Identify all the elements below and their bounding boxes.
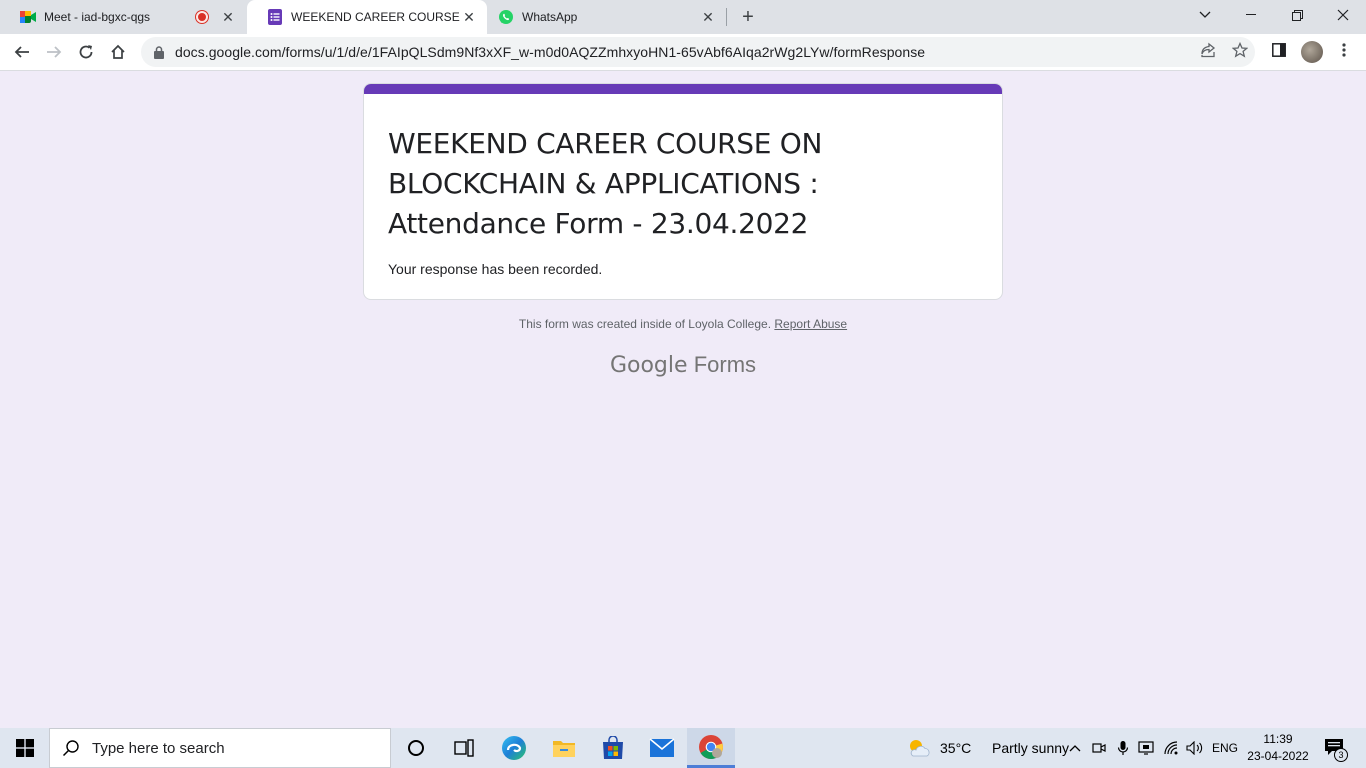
cortana-icon[interactable] [393,728,439,768]
windows-start-icon[interactable] [0,728,49,768]
google-meet-icon [20,9,36,25]
bookmark-star-icon[interactable] [1229,39,1251,61]
browser-toolbar: docs.google.com/forms/u/1/d/e/1FAIpQLSdm… [0,34,1366,71]
lock-icon[interactable] [153,45,165,59]
report-abuse-link[interactable]: Report Abuse [774,317,847,331]
url-text: docs.google.com/forms/u/1/d/e/1FAIpQLSdm… [175,44,926,60]
form-response-card: WEEKEND CAREER COURSE ON BLOCKCHAIN & AP… [363,83,1003,300]
more-menu-icon[interactable] [1333,39,1355,61]
tab-whatsapp[interactable]: WhatsApp ✕ [478,0,726,34]
home-button[interactable] [104,38,132,66]
microphone-icon[interactable] [1114,728,1132,768]
close-window-button[interactable] [1320,0,1366,30]
clock-time: 11:39 [1263,732,1293,746]
chrome-taskbar-icon[interactable] [687,728,735,768]
google-forms-logo[interactable]: Google Forms [0,352,1366,378]
tab-search-button[interactable] [1182,0,1228,30]
forms-wordmark: Forms [693,352,757,377]
windows-taskbar: Type here to search 35°C Partly sunny EN… [0,728,1366,768]
minimize-button[interactable] [1228,0,1274,30]
recording-indicator-icon [196,11,208,23]
clock-date: 23-04-2022 [1247,749,1309,763]
confirmation-message: Your response has been recorded. [388,261,603,277]
weather-icon[interactable] [904,728,934,768]
microsoft-store-icon[interactable] [589,728,637,768]
close-tab-icon[interactable]: ✕ [220,9,236,25]
back-button[interactable] [8,38,36,66]
profile-avatar[interactable] [1301,41,1323,63]
volume-icon[interactable] [1185,728,1205,768]
close-tab-icon[interactable]: ✕ [700,9,716,25]
restore-button[interactable] [1274,0,1320,30]
weather-description[interactable]: Partly sunny [992,728,1069,768]
screen-share-icon[interactable] [1137,728,1155,768]
tab-forms[interactable]: WEEKEND CAREER COURSE ON BLOCKCHAIN ✕ [247,0,487,34]
search-placeholder: Type here to search [92,739,225,757]
form-footer: This form was created inside of Loyola C… [0,317,1366,331]
language-indicator[interactable]: ENG [1212,728,1238,768]
form-accent-bar [364,84,1002,94]
edge-browser-icon[interactable] [490,728,538,768]
tab-title: WhatsApp [522,10,578,24]
google-wordmark: Google [609,353,688,378]
mail-icon[interactable] [638,728,686,768]
tab-title: WEEKEND CAREER COURSE ON BLOCKCHAIN [291,10,461,24]
close-tab-icon[interactable]: ✕ [461,9,477,25]
form-title: WEEKEND CAREER COURSE ON BLOCKCHAIN & AP… [388,127,823,240]
tab-separator [726,8,727,26]
share-icon[interactable] [1197,39,1219,61]
system-clock[interactable]: 11:39 23-04-2022 [1240,731,1316,765]
weather-temperature[interactable]: 35°C [940,728,971,768]
search-icon [62,739,80,757]
meet-camera-tray-icon[interactable] [1090,728,1108,768]
chevron-up-icon[interactable] [1066,728,1084,768]
forward-button[interactable] [40,38,68,66]
tab-title: Meet - iad-bgxc-qgs [44,10,151,24]
google-forms-icon [267,9,283,25]
file-explorer-icon[interactable] [540,728,588,768]
side-panel-icon[interactable] [1268,39,1290,61]
tab-strip: Meet - iad-bgxc-qgs ✕ WEEKEND CAREER COU… [0,0,1366,34]
wifi-icon[interactable] [1162,728,1182,768]
task-view-icon[interactable] [441,728,487,768]
whatsapp-icon [498,9,514,25]
created-inside-text: This form was created inside of Loyola C… [518,317,772,331]
new-tab-button[interactable]: + [736,5,760,29]
taskbar-search-box[interactable]: Type here to search [49,728,391,768]
notification-count-badge: 3 [1334,748,1348,762]
reload-button[interactable] [72,38,100,66]
tab-meet[interactable]: Meet - iad-bgxc-qgs ✕ [0,0,246,34]
address-bar[interactable]: docs.google.com/forms/u/1/d/e/1FAIpQLSdm… [141,37,1255,67]
